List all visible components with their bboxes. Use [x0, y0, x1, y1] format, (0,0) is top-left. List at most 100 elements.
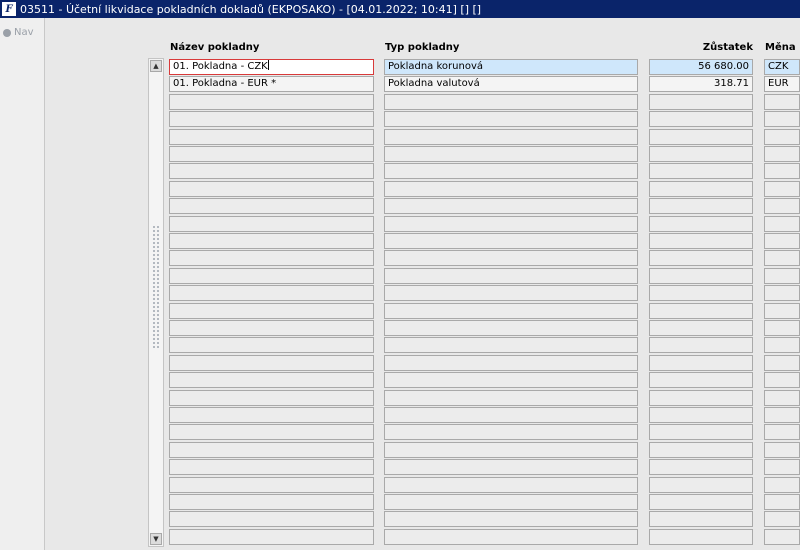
table-row[interactable]: [169, 267, 800, 284]
cell-balance[interactable]: [649, 424, 753, 441]
cell-balance[interactable]: 318.71: [649, 76, 753, 93]
column-header-type[interactable]: Typ pokladny: [385, 42, 459, 53]
table-row[interactable]: [169, 494, 800, 510]
cell-type[interactable]: [384, 163, 638, 180]
table-row[interactable]: [169, 198, 800, 215]
cell-name[interactable]: [169, 146, 374, 162]
cell-balance[interactable]: [649, 389, 753, 406]
table-row[interactable]: [169, 250, 800, 267]
cell-type[interactable]: [384, 459, 638, 476]
cell-currency[interactable]: [764, 337, 800, 354]
column-header-balance[interactable]: Zůstatek: [650, 42, 753, 53]
cell-currency[interactable]: [764, 494, 800, 510]
cell-type[interactable]: Pokladna korunová: [384, 59, 638, 75]
cell-balance[interactable]: [649, 215, 753, 232]
cell-currency[interactable]: [764, 528, 800, 545]
cell-name[interactable]: [169, 528, 374, 545]
cell-name[interactable]: [169, 128, 374, 145]
cell-type[interactable]: [384, 424, 638, 441]
cell-type[interactable]: [384, 511, 638, 528]
cell-currency[interactable]: [764, 215, 800, 232]
cell-currency[interactable]: [764, 320, 800, 336]
cell-type[interactable]: [384, 215, 638, 232]
cell-currency[interactable]: [764, 111, 800, 128]
cell-balance[interactable]: [649, 320, 753, 336]
cell-type[interactable]: [384, 320, 638, 336]
cell-name[interactable]: [169, 198, 374, 215]
cell-name[interactable]: [169, 215, 374, 232]
cell-currency[interactable]: CZK: [764, 59, 800, 75]
cell-name[interactable]: [169, 180, 374, 197]
cell-type[interactable]: [384, 111, 638, 128]
table-row[interactable]: [169, 424, 800, 441]
table-row[interactable]: [169, 180, 800, 197]
cell-name[interactable]: [169, 372, 374, 389]
cell-balance[interactable]: [649, 459, 753, 476]
cell-name[interactable]: [169, 407, 374, 423]
cell-name[interactable]: 01. Pokladna - EUR *: [169, 76, 374, 93]
cell-balance[interactable]: [649, 528, 753, 545]
cell-currency[interactable]: [764, 146, 800, 162]
cell-name[interactable]: [169, 476, 374, 493]
cell-balance[interactable]: [649, 476, 753, 493]
table-row[interactable]: [169, 476, 800, 493]
cell-name[interactable]: [169, 111, 374, 128]
cell-currency[interactable]: [764, 93, 800, 110]
cell-name[interactable]: 01. Pokladna - CZK: [169, 59, 374, 75]
cell-currency[interactable]: [764, 250, 800, 267]
cell-balance[interactable]: [649, 494, 753, 510]
cell-balance[interactable]: [649, 93, 753, 110]
cell-currency[interactable]: [764, 267, 800, 284]
table-row[interactable]: [169, 459, 800, 476]
cell-type[interactable]: [384, 285, 638, 302]
cell-balance[interactable]: [649, 372, 753, 389]
table-row[interactable]: [169, 128, 800, 145]
table-row[interactable]: [169, 354, 800, 371]
table-row[interactable]: [169, 389, 800, 406]
cell-type[interactable]: [384, 528, 638, 545]
cell-balance[interactable]: [649, 146, 753, 162]
cell-currency[interactable]: [764, 302, 800, 319]
table-row[interactable]: [169, 528, 800, 545]
table-row[interactable]: [169, 407, 800, 423]
cell-name[interactable]: [169, 441, 374, 458]
cell-type[interactable]: [384, 198, 638, 215]
table-row[interactable]: [169, 233, 800, 249]
cell-name[interactable]: [169, 93, 374, 110]
cell-currency[interactable]: [764, 128, 800, 145]
cell-name[interactable]: [169, 163, 374, 180]
cell-type[interactable]: [384, 494, 638, 510]
cell-currency[interactable]: [764, 180, 800, 197]
cell-balance[interactable]: [649, 337, 753, 354]
cell-currency[interactable]: [764, 285, 800, 302]
cell-type[interactable]: [384, 128, 638, 145]
cell-name[interactable]: [169, 337, 374, 354]
cell-balance[interactable]: [649, 285, 753, 302]
cell-balance[interactable]: [649, 267, 753, 284]
cell-name[interactable]: [169, 250, 374, 267]
cell-currency[interactable]: [764, 511, 800, 528]
scroll-up-arrow-icon[interactable]: ▲: [150, 60, 162, 72]
cell-balance[interactable]: [649, 180, 753, 197]
nav-button[interactable]: Nav: [3, 27, 34, 38]
table-row[interactable]: [169, 302, 800, 319]
cell-currency[interactable]: EUR: [764, 76, 800, 93]
table-row[interactable]: [169, 285, 800, 302]
table-row[interactable]: [169, 337, 800, 354]
cell-type[interactable]: [384, 337, 638, 354]
cell-name[interactable]: [169, 494, 374, 510]
cell-name[interactable]: [169, 267, 374, 284]
cell-balance[interactable]: [649, 302, 753, 319]
cell-type[interactable]: [384, 302, 638, 319]
table-row[interactable]: [169, 111, 800, 128]
cell-balance[interactable]: 56 680.00: [649, 59, 753, 75]
cell-type[interactable]: [384, 233, 638, 249]
cell-type[interactable]: [384, 476, 638, 493]
table-row[interactable]: [169, 511, 800, 528]
cell-type[interactable]: [384, 407, 638, 423]
cell-name[interactable]: [169, 511, 374, 528]
cell-balance[interactable]: [649, 128, 753, 145]
cell-currency[interactable]: [764, 198, 800, 215]
cell-currency[interactable]: [764, 441, 800, 458]
cell-currency[interactable]: [764, 354, 800, 371]
